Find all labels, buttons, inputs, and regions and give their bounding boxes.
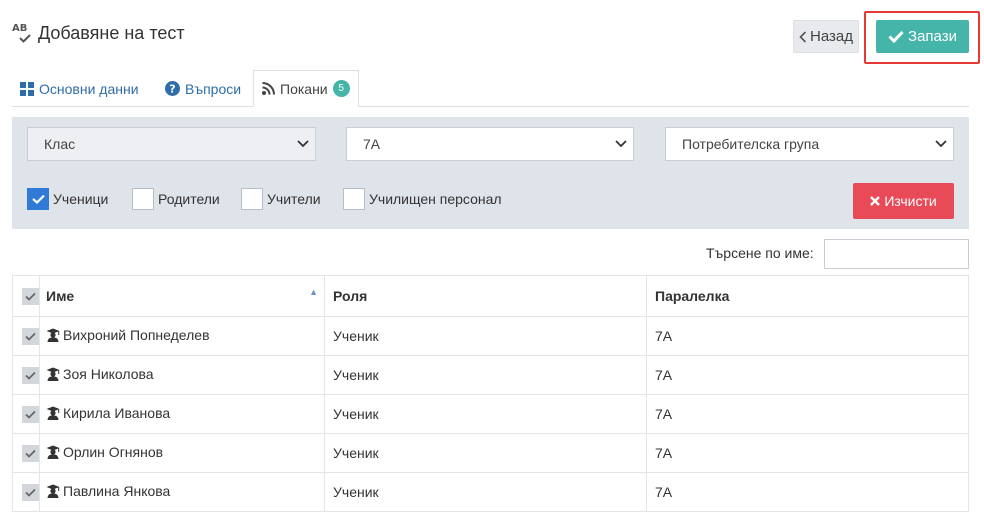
check-icon xyxy=(888,30,904,43)
tab-questions[interactable]: ? Въпроси xyxy=(165,70,241,107)
tab-basic-data[interactable]: Основни данни xyxy=(20,70,139,107)
student-role: Ученик xyxy=(333,445,379,461)
page-header: AB Добавяне на тест xyxy=(12,16,185,50)
student-class: 7А xyxy=(655,484,673,500)
question-circle-icon: ? xyxy=(165,81,180,96)
filter-panel: Клас 7А Потребителска група Ученици Роди… xyxy=(12,117,969,229)
table-header-row: Име ▲ Роля Паралелка xyxy=(12,275,969,317)
spellcheck-icon: AB xyxy=(12,21,36,45)
page-title: Добавяне на тест xyxy=(38,22,185,43)
checkbox-box[interactable] xyxy=(27,188,49,210)
back-button-label: Назад xyxy=(810,28,853,45)
student-name: Зоя Николова xyxy=(63,366,154,382)
checkbox-box[interactable] xyxy=(241,188,263,210)
grid-icon xyxy=(20,81,34,96)
table-row[interactable]: Павлина Янкова Ученик 7А xyxy=(12,472,969,512)
table-row[interactable]: Кирила Иванова Ученик 7А xyxy=(12,394,969,434)
chevron-left-icon xyxy=(799,30,807,43)
graduate-icon xyxy=(46,484,60,498)
back-button[interactable]: Назад xyxy=(793,20,859,53)
row-checkbox[interactable] xyxy=(22,405,39,423)
column-header-name[interactable]: Име ▲ xyxy=(39,275,325,317)
close-icon xyxy=(870,196,881,206)
student-class: 7А xyxy=(655,445,673,461)
table-row[interactable]: Зоя Николова Ученик 7А xyxy=(12,355,969,395)
chevron-down-icon xyxy=(935,140,947,148)
check-icon xyxy=(25,449,36,458)
svg-text:?: ? xyxy=(169,83,175,96)
graduate-icon xyxy=(46,328,60,342)
tab-invitations[interactable]: Покани 5 xyxy=(253,70,359,107)
select-all-cell xyxy=(12,275,40,317)
select-all-checkbox[interactable] xyxy=(22,287,39,305)
student-role: Ученик xyxy=(333,406,379,422)
table-row[interactable]: Орлин Огнянов Ученик 7А xyxy=(12,433,969,473)
invitations-count-badge: 5 xyxy=(332,80,350,97)
row-checkbox[interactable] xyxy=(22,366,39,384)
graduate-icon xyxy=(46,445,60,459)
student-name: Вихроний Попнеделев xyxy=(63,327,210,343)
row-checkbox[interactable] xyxy=(22,444,39,462)
search-input[interactable] xyxy=(824,239,969,269)
student-name: Кирила Иванова xyxy=(63,405,171,421)
row-checkbox[interactable] xyxy=(22,483,39,501)
student-name: Орлин Огнянов xyxy=(63,444,164,460)
search-label: Търсене по име: xyxy=(706,245,814,261)
graduate-icon xyxy=(46,406,60,420)
sort-asc-icon: ▲ xyxy=(309,287,318,297)
class-select[interactable]: 7А xyxy=(346,127,634,161)
clear-button[interactable]: Изчисти xyxy=(853,183,954,219)
rss-icon xyxy=(262,82,275,95)
check-icon xyxy=(25,332,36,341)
student-role: Ученик xyxy=(333,328,379,344)
check-icon xyxy=(31,194,45,204)
save-button-label: Запази xyxy=(908,28,957,45)
checkbox-box[interactable] xyxy=(132,188,154,210)
student-role: Ученик xyxy=(333,367,379,383)
student-name: Павлина Янкова xyxy=(63,483,171,499)
checkbox-parents[interactable]: Родители xyxy=(132,187,220,211)
checkbox-school-staff[interactable]: Училищен персонал xyxy=(343,187,502,211)
student-class: 7А xyxy=(655,328,673,344)
check-icon xyxy=(25,371,36,380)
checkbox-teachers[interactable]: Учители xyxy=(241,187,321,211)
student-role: Ученик xyxy=(333,484,379,500)
user-group-select[interactable]: Потребителска група xyxy=(665,127,954,161)
chevron-down-icon xyxy=(297,140,309,148)
tab-bar: Основни данни ? Въпроси Покани 5 xyxy=(12,70,969,107)
column-header-role[interactable]: Роля xyxy=(324,275,647,317)
graduate-icon xyxy=(46,367,60,381)
row-checkbox[interactable] xyxy=(22,327,39,345)
chevron-down-icon xyxy=(615,140,627,148)
save-button[interactable]: Запази xyxy=(876,20,969,53)
checkbox-students[interactable]: Ученици xyxy=(27,187,108,211)
invitees-table: Име ▲ Роля Паралелка Вихроний Попнеделев… xyxy=(12,275,969,512)
table-row[interactable]: Вихроний Попнеделев Ученик 7А xyxy=(12,316,969,356)
checkbox-box[interactable] xyxy=(343,188,365,210)
student-class: 7А xyxy=(655,406,673,422)
student-class: 7А xyxy=(655,367,673,383)
check-icon xyxy=(25,292,36,301)
check-icon xyxy=(25,488,36,497)
column-header-class[interactable]: Паралелка xyxy=(646,275,969,317)
check-icon xyxy=(25,410,36,419)
class-type-select[interactable]: Клас xyxy=(27,127,316,161)
